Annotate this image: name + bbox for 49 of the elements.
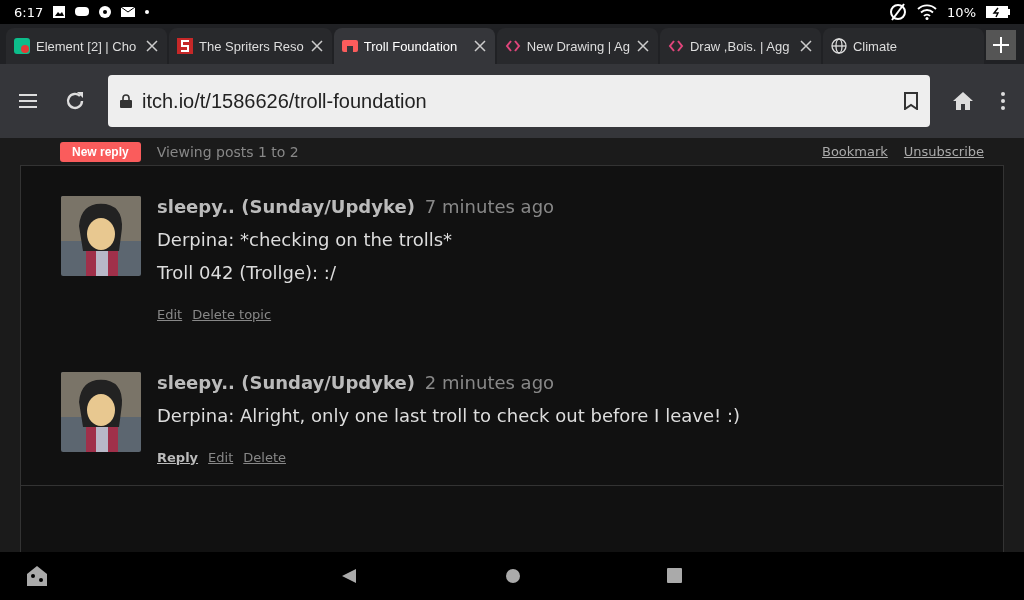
browser-tab[interactable]: The Spriters Reso: [169, 28, 332, 64]
battery-percent: 10%: [947, 4, 976, 20]
topic-link[interactable]: Bookmark: [822, 144, 888, 159]
post-text: Troll 042 (Trollge): :/: [157, 262, 337, 283]
app-icon: [177, 38, 194, 54]
browser-tab[interactable]: New Drawing | Ag: [496, 28, 658, 64]
lock-icon: [120, 94, 132, 108]
post-author[interactable]: sleepy.. (Sunday/Updyke): [157, 372, 415, 393]
mail-icon: [121, 7, 136, 17]
new-tab-button[interactable]: [986, 30, 1016, 60]
posts-count: Viewing posts 1 to 2: [156, 143, 299, 160]
post-action-link[interactable]: Edit: [157, 307, 183, 322]
plus-icon: [992, 36, 1010, 54]
wifi-icon: [917, 4, 938, 20]
home-icon[interactable]: [505, 568, 521, 584]
globe-icon: [830, 38, 847, 54]
browser-tab[interactable]: Draw ,Bois. | Agg: [659, 28, 821, 64]
close-icon[interactable]: [145, 39, 160, 53]
bracket-icon: [667, 38, 684, 54]
close-icon[interactable]: [635, 39, 650, 53]
post-text: Derpina: *checking on the trolls*: [157, 229, 454, 250]
back-icon[interactable]: [341, 568, 357, 584]
store-icon: [341, 38, 358, 54]
post-action-link[interactable]: Reply: [157, 450, 199, 465]
post-author[interactable]: sleepy.. (Sunday/Updyke): [157, 196, 415, 217]
battery-icon: [986, 6, 1010, 18]
post-action-link[interactable]: Edit: [208, 450, 234, 465]
close-icon[interactable]: [472, 39, 487, 53]
toolbox-icon[interactable]: [26, 565, 48, 587]
recents-icon[interactable]: [667, 568, 683, 584]
no-sim-icon: [889, 3, 908, 21]
clock-time: 6:17: [14, 4, 44, 20]
bracket-icon: [504, 38, 521, 54]
image-icon: [53, 6, 66, 18]
address-bar[interactable]: itch.io/t/1586626/troll-foundation: [108, 75, 930, 127]
post-time: 7 minutes ago: [424, 196, 555, 217]
browser-tab[interactable]: Troll Foundation: [333, 28, 495, 64]
browser-tab[interactable]: Climate: [822, 28, 984, 64]
close-icon[interactable]: [309, 39, 324, 53]
post-action-link[interactable]: Delete topic: [192, 307, 272, 322]
topic-link[interactable]: Unsubscribe: [903, 144, 984, 159]
post-time: 2 minutes ago: [424, 372, 555, 393]
post-text: Derpina: Alright, only one last troll to check out before I leave! :): [157, 405, 740, 426]
bookmark-icon[interactable]: [904, 92, 918, 110]
app-icon: [14, 38, 30, 54]
browser-tab[interactable]: Element [2] | Cho: [6, 28, 168, 64]
dot-icon: [145, 10, 150, 14]
post-action-link[interactable]: Delete: [243, 450, 286, 465]
close-icon[interactable]: [798, 39, 813, 53]
